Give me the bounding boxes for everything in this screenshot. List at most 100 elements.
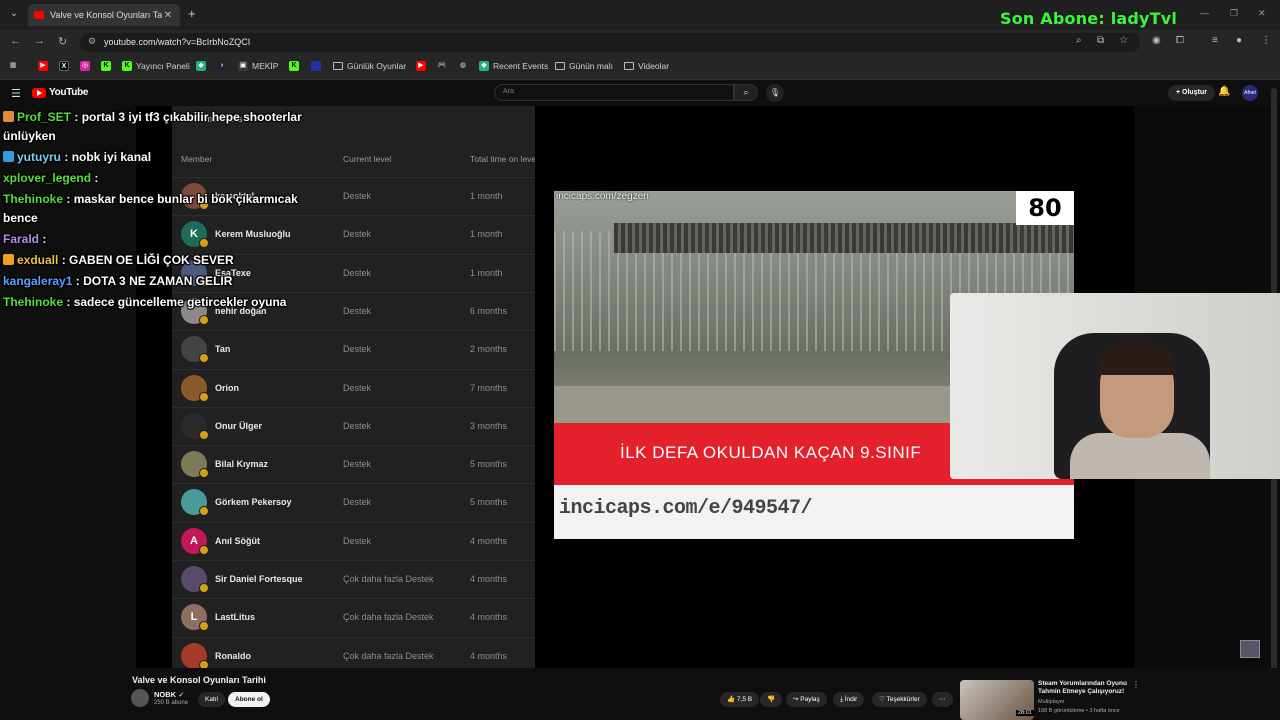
member-row[interactable]: Görkem Pekersoy Destek 5 months [172, 483, 535, 521]
account-avatar[interactable]: Afnet [1242, 85, 1258, 101]
member-row[interactable]: Ronaldo Çok daha fazla Destek 4 months [172, 636, 535, 668]
search-input[interactable]: Ara [494, 84, 734, 101]
member-time: 1 month [470, 267, 503, 278]
bookmark-globe-icon[interactable]: ◍ [458, 61, 472, 71]
more-actions-icon[interactable]: ⋯ [932, 692, 953, 707]
bookmark-kick-icon[interactable]: K [101, 61, 115, 71]
notifications-bell-icon[interactable]: 🔔 [1218, 86, 1230, 97]
member-badge-icon [199, 468, 209, 479]
reading-list-icon[interactable]: ≡ [1212, 35, 1218, 46]
clip-caption: İLK DEFA OKULDAN KAÇAN 9.SINIF [620, 443, 922, 462]
bookmark-youtube2-icon[interactable]: ▶ [416, 61, 430, 71]
chat-separator: : [72, 274, 84, 288]
channel-name[interactable]: NOBK ✓ [154, 690, 184, 699]
member-level: Destek [343, 191, 372, 201]
bookmark-youtube-icon[interactable]: ▶ [38, 61, 52, 71]
member-row[interactable]: Sir Daniel Fortesque Çok daha fazla Deste… [172, 560, 535, 598]
reload-icon[interactable]: ↻ [58, 35, 67, 48]
webcam-feed [950, 293, 1280, 479]
recommended-meta: 198 B görüntüleme • 3 hafta önce [1038, 708, 1120, 714]
bookmark-gunluk-oyunlar[interactable]: Günlük Oyunlar [333, 61, 406, 71]
bookmark-blue-icon[interactable] [311, 61, 325, 71]
member-time: 4 months [470, 612, 508, 623]
member-level: Destek [343, 420, 372, 431]
member-level: Destek [343, 344, 372, 355]
voice-search-icon[interactable]: 🎙 [766, 84, 784, 102]
chat-message: yutuyru : nobk iyi kanal [0, 148, 330, 167]
bookmark-x-icon[interactable]: X [59, 61, 73, 71]
member-row[interactable]: Tan Destek 2 months [172, 330, 535, 368]
like-button[interactable]: 👍 7,5 B [720, 692, 760, 707]
thanks-icon: ♡ [879, 696, 885, 703]
close-tab-icon[interactable]: ✕ [162, 10, 174, 21]
bookmark-label: Recent Events [493, 61, 549, 71]
profile-icon[interactable]: ● [1236, 35, 1242, 46]
member-time: 1 month [470, 191, 503, 201]
like-count: 7,5 B [736, 696, 753, 703]
bookmark-arrow-icon[interactable]: › [217, 61, 231, 71]
download-button[interactable]: ⤓ İndir [833, 692, 865, 707]
bookmark-kick2-icon[interactable]: K [289, 61, 303, 71]
join-button[interactable]: Katıl [198, 692, 226, 707]
new-tab-button[interactable]: + [188, 6, 196, 21]
column-total-time: Total time on level [470, 154, 535, 164]
chat-text: DOTA 3 NE ZAMAN GELIR [83, 274, 233, 288]
youtube-logo-text: YouTube [49, 87, 89, 98]
member-row[interactable]: Orion Destek 7 months [172, 368, 535, 407]
bookmark-instagram-icon[interactable]: ◎ [80, 61, 94, 71]
member-row[interactable]: Onur Ülger Destek 3 months [172, 406, 535, 445]
forward-icon[interactable]: → [34, 35, 45, 47]
thanks-button[interactable]: ♡ Teşekkürler [872, 692, 927, 707]
back-icon[interactable]: ← [10, 35, 21, 47]
address-bar[interactable]: ⚙ youtube.com/watch?v=BcIrbNoZQCI [80, 33, 1140, 52]
clip-link: incicaps.com/e/949547/ [559, 497, 813, 520]
member-level: Destek [343, 267, 372, 278]
bookmark-yayinci-paneli[interactable]: K Yayıncı Paneli [122, 61, 190, 71]
bookmark-star-icon[interactable]: ☆ [1119, 35, 1128, 46]
search-placeholder: Ara [503, 88, 514, 95]
chat-separator: : [91, 171, 99, 185]
youtube-logo[interactable]: YouTube [32, 87, 89, 98]
extensions-puzzle-icon[interactable]: ⧠ [1176, 35, 1184, 46]
bookmark-green-icon[interactable]: ◆ [196, 61, 210, 71]
folder-icon [624, 62, 634, 70]
minimize-icon[interactable]: — [1200, 8, 1209, 18]
install-app-icon[interactable]: ⧉ [1097, 35, 1104, 46]
share-button[interactable]: ↪ Paylaş [786, 692, 827, 707]
chat-badge-icon [3, 111, 14, 122]
url-text[interactable]: youtube.com/watch?v=BcIrbNoZQCI [104, 37, 250, 47]
channel-avatar[interactable] [131, 689, 149, 707]
create-button[interactable]: + Oluştur [1168, 85, 1215, 101]
member-level: Çok daha fazla Destek [343, 612, 434, 623]
bookmark-game-icon[interactable]: 🎮 [437, 61, 451, 71]
bookmark-gunun-mali[interactable]: Günün malı [555, 61, 613, 71]
search-button[interactable]: ⌕ [734, 84, 758, 101]
dislike-button[interactable]: 👎 [760, 692, 783, 707]
subscribe-button[interactable]: Abone ol [228, 692, 270, 707]
member-row[interactable]: A Anıl Söğüt Destek 4 months [172, 521, 535, 560]
chat-username: xplover_legend [3, 171, 92, 185]
browser-menu-icon[interactable]: ⋮ [1261, 35, 1271, 46]
member-level: Çok daha fazla Destek [343, 574, 434, 584]
recommended-title[interactable]: Steam Yorumlarından Oyunu Tahmin Etmeye … [1038, 680, 1130, 696]
member-row[interactable]: L LastLitus Çok daha fazla Destek 4 months [172, 598, 535, 636]
hamburger-menu-icon[interactable]: ☰ [11, 87, 21, 100]
streamer-shirt [1070, 433, 1210, 479]
site-info-icon[interactable]: ⚙ [88, 36, 96, 47]
overlay-corner-icon [1240, 640, 1260, 658]
bookmark-videolar[interactable]: Videolar [624, 61, 669, 71]
tab-list-button[interactable]: ⌄ [6, 6, 22, 22]
tab-active[interactable]: Valve ve Konsol Oyunları Tarihi ✕ [28, 4, 180, 26]
member-row[interactable]: Bilal Kıymaz Destek 5 months [172, 445, 535, 483]
apps-grid-icon[interactable]: ▦ [8, 61, 22, 71]
download-icon: ⤓ [840, 696, 843, 703]
recommended-more-icon[interactable]: ⋮ [1132, 680, 1140, 689]
extension-icon[interactable]: ◉ [1152, 35, 1161, 46]
recommended-channel[interactable]: Multiplayer [1038, 699, 1065, 705]
zoom-icon[interactable]: ⌕ [1076, 35, 1082, 46]
bookmark-mekip[interactable]: ▣ MEKİP [238, 61, 278, 71]
bookmark-recent-events[interactable]: ◆ Recent Events [479, 61, 548, 71]
close-window-icon[interactable]: ✕ [1258, 8, 1266, 19]
video-title: Valve ve Konsol Oyunları Tarihi [132, 675, 266, 685]
maximize-icon[interactable]: ❐ [1230, 8, 1238, 19]
